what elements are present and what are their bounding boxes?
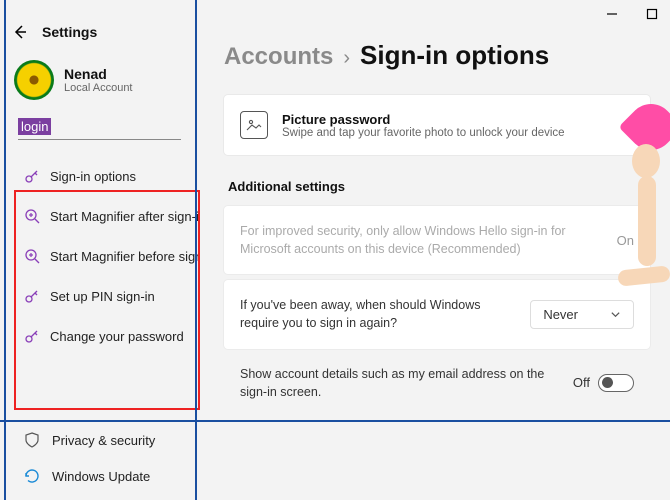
avatar (14, 60, 54, 100)
dropdown-value: Never (543, 307, 578, 322)
magnify-plus-icon (24, 248, 40, 264)
chevron-right-icon: › (343, 47, 350, 70)
page-title: Sign-in options (360, 40, 549, 71)
search-input[interactable]: login (0, 118, 199, 146)
picture-icon (240, 111, 268, 139)
key-icon (24, 168, 40, 184)
setting-show-details: Show account details such as my email ad… (224, 355, 650, 417)
setting-value: On (617, 233, 634, 248)
result-label: Change your password (50, 329, 184, 344)
result-label: Start Magnifier after sign-in (50, 209, 199, 224)
result-label: Set up PIN sign-in (50, 289, 155, 304)
breadcrumb: Accounts › Sign-in options (224, 40, 650, 71)
result-label: Sign-in options (50, 169, 136, 184)
result-sign-in-options[interactable]: Sign-in options (18, 156, 199, 196)
magnify-plus-icon (24, 208, 40, 224)
section-header: Additional settings (228, 179, 650, 194)
app-title: Settings (42, 24, 97, 40)
breadcrumb-parent[interactable]: Accounts (224, 43, 333, 71)
sidebar-item-privacy[interactable]: Privacy & security (18, 422, 199, 458)
account-block[interactable]: Nenad Local Account (0, 56, 199, 118)
result-change-password[interactable]: Change your password (18, 316, 199, 356)
back-button[interactable] (12, 24, 28, 40)
show-details-toggle[interactable] (598, 374, 634, 392)
setting-hello-signin: For improved security, only allow Window… (224, 206, 650, 274)
sidebar-item-update[interactable]: Windows Update (18, 458, 199, 494)
update-icon (24, 468, 40, 484)
result-magnifier-before[interactable]: Start Magnifier before sign-in (18, 236, 199, 276)
result-label: Start Magnifier before sign-in (50, 249, 199, 264)
require-signin-dropdown[interactable]: Never (530, 300, 634, 329)
card-title: Picture password (282, 112, 565, 127)
result-pin-signin[interactable]: Set up PIN sign-in (18, 276, 199, 316)
account-type: Local Account (64, 82, 133, 94)
setting-text: For improved security, only allow Window… (240, 222, 597, 258)
key-icon (24, 288, 40, 304)
search-results-list: Sign-in options Start Magnifier after si… (0, 146, 199, 356)
key-icon (24, 328, 40, 344)
setting-text: Show account details such as my email ad… (240, 365, 553, 401)
setting-text: If you've been away, when should Windows… (240, 296, 510, 332)
shield-icon (24, 432, 40, 448)
chevron-down-icon (610, 309, 621, 320)
search-query: login (18, 118, 51, 135)
sidebar-item-label: Privacy & security (52, 433, 155, 448)
picture-password-card[interactable]: Picture password Swipe and tap your favo… (224, 95, 650, 155)
setting-require-signin: If you've been away, when should Windows… (224, 280, 650, 348)
card-subtitle: Swipe and tap your favorite photo to unl… (282, 127, 565, 139)
toggle-label: Off (573, 375, 590, 390)
account-name: Nenad (64, 66, 133, 82)
sidebar-item-label: Windows Update (52, 469, 150, 484)
result-magnifier-after[interactable]: Start Magnifier after sign-in (18, 196, 199, 236)
